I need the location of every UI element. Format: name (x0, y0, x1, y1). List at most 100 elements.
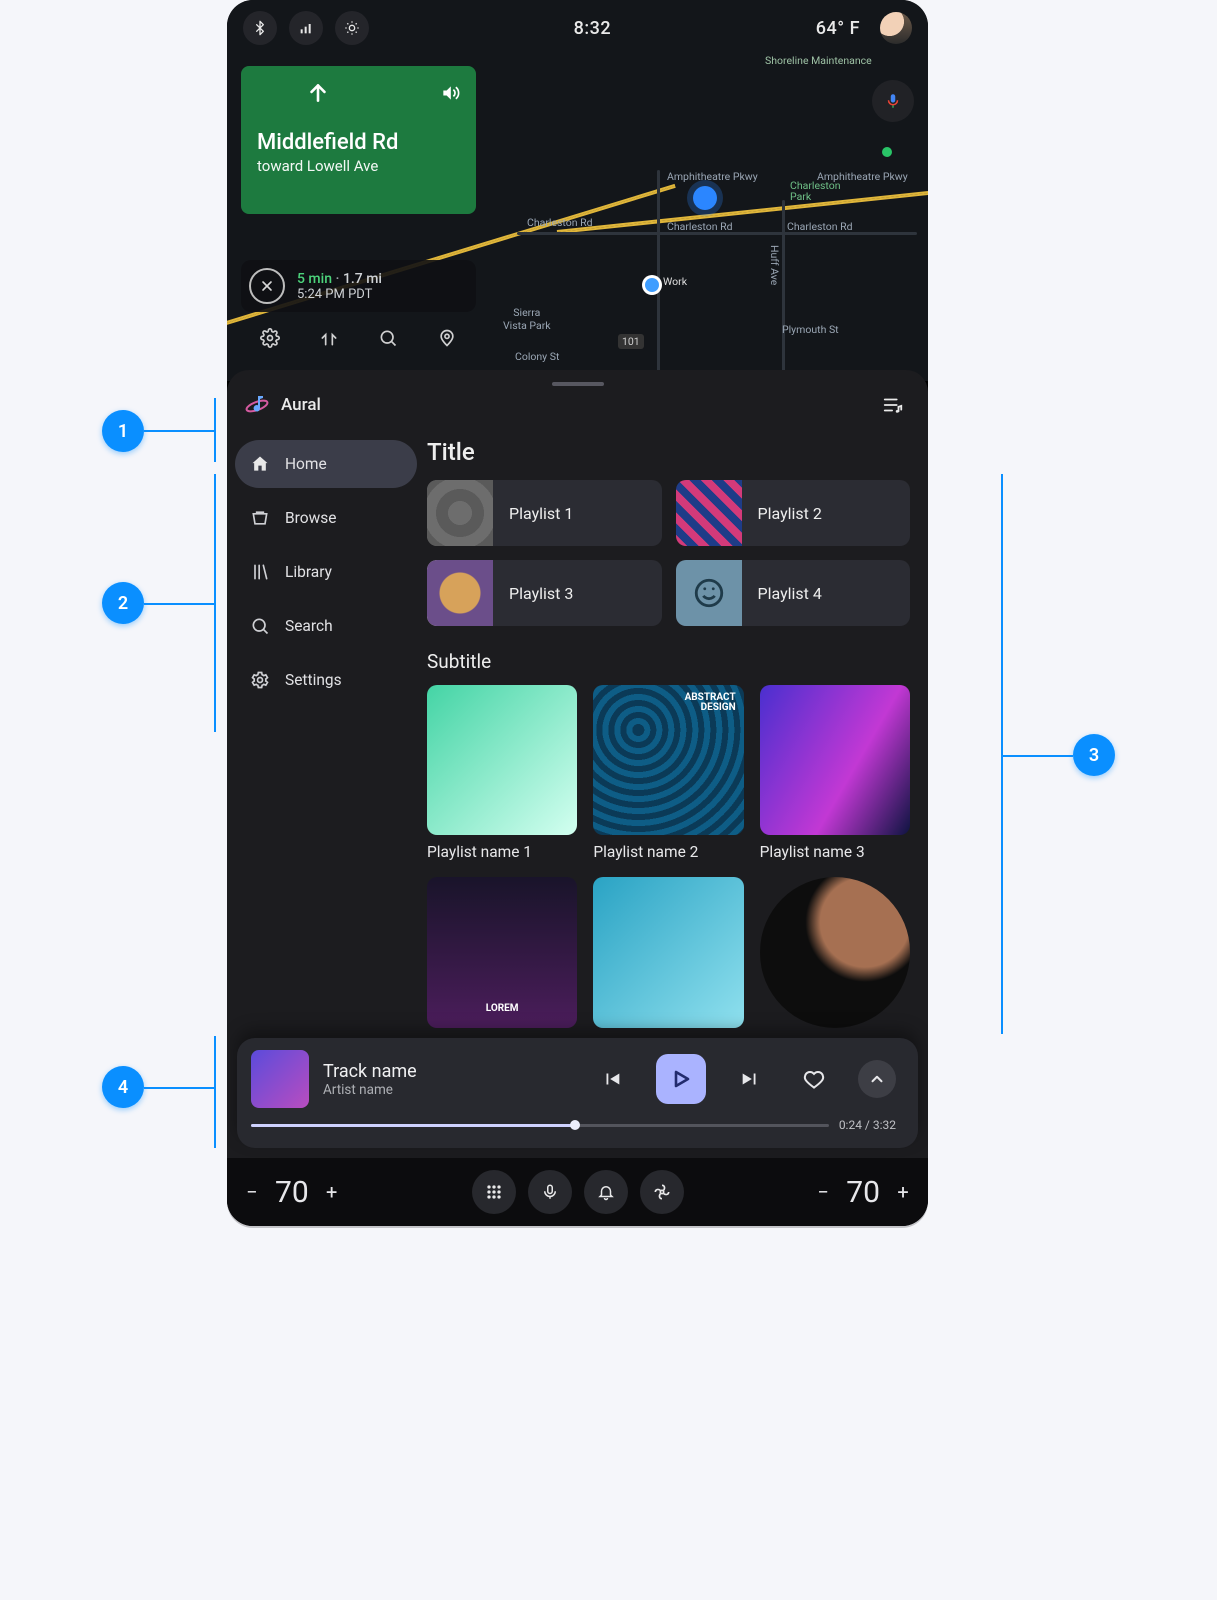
notifications-button[interactable] (584, 1170, 628, 1214)
poi-work-pin[interactable] (645, 278, 659, 292)
nav-settings-icon[interactable] (260, 328, 280, 352)
annotation-4-line (144, 1087, 216, 1089)
expand-button[interactable] (858, 1060, 896, 1098)
play-button[interactable] (656, 1054, 706, 1104)
now-playing-bar[interactable]: Track name Artist name 0:24 / 3:32 (237, 1038, 918, 1148)
rail-label: Home (285, 455, 327, 473)
playlist-tile[interactable] (760, 877, 910, 1027)
right-climate[interactable]: − 70 + (810, 1175, 916, 1210)
annotation-3: 3 (1073, 734, 1115, 776)
sheet-drag-handle[interactable] (552, 382, 604, 386)
street-charleston-2: Charleston Rd (667, 220, 733, 233)
rail-item-browse[interactable]: Browse (235, 494, 417, 542)
app-name: Aural (281, 395, 321, 415)
bluetooth-icon[interactable] (243, 11, 277, 45)
voice-assistant-button[interactable] (872, 80, 914, 122)
playlist-label: Playlist 2 (742, 504, 838, 523)
playlist-card[interactable]: Playlist 2 (676, 480, 911, 546)
playlist-cover (593, 877, 743, 1027)
rail-item-settings[interactable]: Settings (235, 656, 417, 704)
np-artist: Artist name (323, 1082, 417, 1098)
nav-audio-icon[interactable] (440, 83, 460, 107)
label-sierra-vista: Sierra Vista Park (503, 306, 551, 332)
next-button[interactable] (730, 1059, 770, 1099)
label-shoreline-maint: Shoreline Maintenance (765, 54, 872, 67)
temp-plus-button[interactable]: + (890, 1179, 916, 1205)
playlist-tile[interactable]: Playlist name 1 (427, 685, 577, 861)
playlist-card[interactable]: Playlist 3 (427, 560, 662, 626)
temp-minus-button[interactable]: − (810, 1179, 836, 1205)
apps-button[interactable] (472, 1170, 516, 1214)
nav-search-icon[interactable] (378, 328, 398, 352)
app-brand[interactable]: Aural (245, 393, 321, 417)
street-amphitheatre-1: Amphitheatre Pkwy (667, 170, 758, 183)
progress-knob[interactable] (570, 1120, 580, 1130)
assistant-mic-button[interactable] (528, 1170, 572, 1214)
current-location-puck (693, 186, 717, 210)
playlist-art (676, 480, 742, 546)
left-temp: 70 (275, 1175, 309, 1210)
profile-avatar[interactable] (880, 12, 912, 44)
street-colony: Colony St (515, 350, 559, 363)
playlist-card[interactable]: Playlist 1 (427, 480, 662, 546)
cover-overlay-text: LOREM (486, 1004, 519, 1014)
playlist-label: Playlist 3 (493, 584, 589, 603)
playlist-art (427, 560, 493, 626)
park-pin-icon (882, 147, 892, 157)
media-app-pane: Aural Home Browse (227, 370, 928, 1226)
clock: 8:32 (381, 18, 804, 39)
nav-location-icon[interactable] (437, 328, 457, 352)
playlist-art (676, 560, 742, 626)
cover-overlay-text: ABSTRACT DESIGN (685, 693, 736, 713)
rail-item-search[interactable]: Search (235, 602, 417, 650)
playlist-tile[interactable]: LOREM (427, 877, 577, 1027)
like-button[interactable] (794, 1059, 834, 1099)
app-bar: Aural (227, 370, 928, 434)
annotation-2-line (144, 603, 216, 605)
np-meta: Track name Artist name (323, 1061, 417, 1098)
navigation-card[interactable]: Middlefield Rd toward Lowell Ave (241, 66, 476, 214)
signal-icon[interactable] (289, 11, 323, 45)
playlist-tile[interactable]: ABSTRACT DESIGNPlaylist name 2 (593, 685, 743, 861)
temp-minus-button[interactable]: − (239, 1179, 265, 1205)
progress-track[interactable] (251, 1124, 829, 1127)
playlist-cover (760, 685, 910, 835)
np-track: Track name (323, 1061, 417, 1082)
prev-button[interactable] (592, 1059, 632, 1099)
playlist-art (427, 480, 493, 546)
section-subtitle: Subtitle (427, 650, 910, 673)
street-huff: Huff Ave (768, 245, 781, 285)
rail-label: Search (285, 617, 333, 635)
annotation-1-bracket (214, 398, 216, 462)
search-icon (249, 615, 271, 637)
playlist-label: Playlist 1 (493, 504, 589, 523)
hvac-fan-button[interactable] (640, 1170, 684, 1214)
browse-icon (249, 507, 271, 529)
eta-bar[interactable]: 5 min · 1.7 mi 5:24 PM PDT (241, 260, 476, 312)
annotation-2-bracket (214, 474, 216, 732)
annotation-2: 2 (102, 582, 144, 624)
playlist-card[interactable]: Playlist 4 (676, 560, 911, 626)
annotation-3-bracket (1001, 474, 1003, 1034)
temp-plus-button[interactable]: + (319, 1179, 345, 1205)
app-logo-icon (245, 393, 269, 417)
map-view[interactable]: Amphitheatre Pkwy Amphitheatre Pkwy Char… (227, 0, 928, 381)
device-frame: Amphitheatre Pkwy Amphitheatre Pkwy Char… (227, 0, 928, 1226)
rail-item-home[interactable]: Home (235, 440, 417, 488)
right-temp: 70 (846, 1175, 880, 1210)
section-title: Title (427, 438, 910, 466)
rail-label: Browse (285, 509, 336, 527)
rail-label: Settings (285, 671, 342, 689)
rail-item-library[interactable]: Library (235, 548, 417, 596)
label-charleston-park: Charleston Park (790, 180, 841, 202)
nav-routes-icon[interactable] (319, 328, 339, 352)
playlist-tile[interactable]: Playlist name 3 (760, 685, 910, 861)
annotation-4-bracket (214, 1036, 216, 1148)
close-nav-button[interactable] (249, 268, 285, 304)
left-climate[interactable]: − 70 + (239, 1175, 345, 1210)
queue-button[interactable] (876, 388, 910, 422)
brightness-icon[interactable] (335, 11, 369, 45)
np-album-art[interactable] (251, 1050, 309, 1108)
street-charleston-1: Charleston Rd (527, 216, 593, 229)
playlist-tile[interactable] (593, 877, 743, 1027)
